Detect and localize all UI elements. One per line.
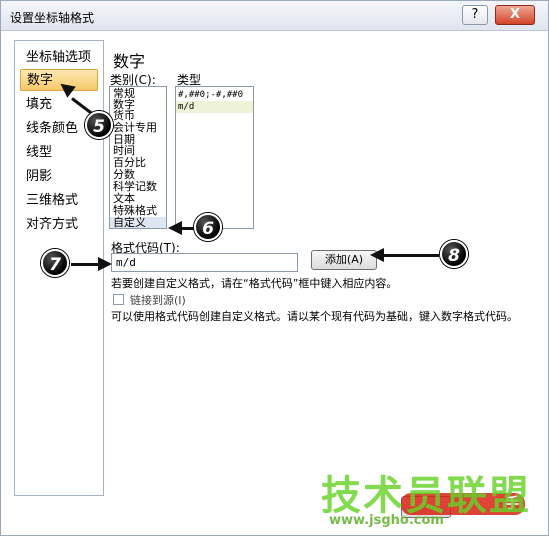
format-code-description: 可以使用格式代码创建自定义格式。请以某个现有代码为基础，键入数字格式代码。 [111, 310, 518, 323]
type-list[interactable]: #,##0;-#,##0 m/d [175, 86, 254, 229]
type-item[interactable]: #,##0;-#,##0 [176, 89, 253, 101]
dialog-title: 设置坐标轴格式 [10, 11, 95, 25]
panel-title: 数字 [113, 52, 146, 71]
format-axis-dialog: 设置坐标轴格式 ? X 坐标轴选项 数字 填充 线条颜色 线型 阴影 三维格式 … [0, 0, 549, 536]
add-button[interactable]: 添加(A) [311, 250, 377, 270]
ok-button[interactable] [401, 496, 451, 518]
type-item-selected[interactable]: m/d [176, 101, 253, 113]
format-code-input[interactable]: m/d [111, 253, 298, 272]
nav-item-axis-options[interactable]: 坐标轴选项 [20, 47, 98, 69]
help-button[interactable]: ? [462, 5, 488, 25]
annotation-badge-6: 6 [194, 213, 222, 241]
annotation-arrow-6 [181, 227, 194, 230]
annotation-badge-7: 7 [41, 249, 69, 277]
annotation-arrow-8 [383, 254, 439, 257]
category-item-selected[interactable]: 自定义 [110, 217, 166, 228]
annotation-arrow-7 [71, 263, 99, 266]
arrowhead-icon [370, 248, 384, 262]
custom-format-hint: 若要创建自定义格式，请在“格式代码”框中键入相应内容。 [111, 277, 398, 290]
arrowhead-icon [98, 257, 112, 271]
nav-item-fill[interactable]: 填充 [20, 94, 98, 116]
nav-item-3d-format[interactable]: 三维格式 [20, 190, 98, 212]
nav-item-shadow[interactable]: 阴影 [20, 166, 98, 188]
close-button[interactable]: X [495, 5, 535, 25]
category-list[interactable]: 常规 数字 货币 会计专用 日期 时间 百分比 分数 科学记数 文本 特殊格式 … [109, 86, 167, 229]
title-bar: 设置坐标轴格式 ? X [1, 1, 548, 31]
number-panel: 数字 类别(C): 类型 常规 数字 货币 会计专用 日期 时间 百分比 分数 … [107, 40, 527, 496]
nav-item-alignment[interactable]: 对齐方式 [20, 214, 98, 236]
link-to-source-checkbox[interactable] [113, 294, 124, 305]
nav-item-line-style[interactable]: 线型 [20, 142, 98, 164]
link-to-source-label: 链接到源(I) [130, 294, 186, 307]
arrowhead-icon [168, 221, 182, 235]
annotation-badge-5: 5 [85, 111, 113, 139]
annotation-badge-8: 8 [440, 240, 468, 268]
